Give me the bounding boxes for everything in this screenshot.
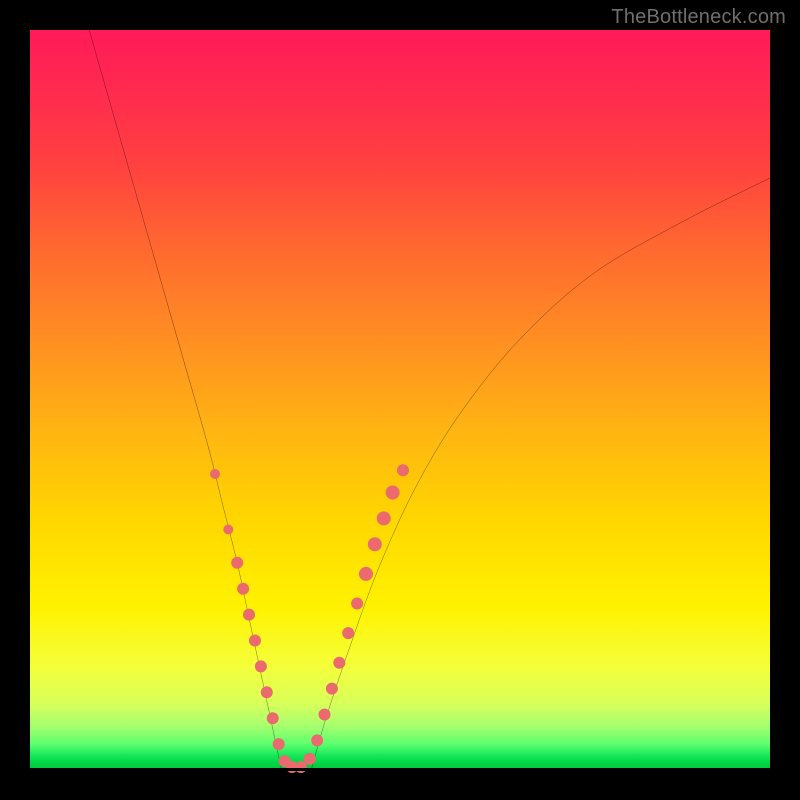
- data-point-marker: [386, 485, 400, 499]
- data-point-marker: [223, 524, 233, 534]
- data-point-marker: [304, 753, 316, 765]
- data-point-marker: [397, 464, 409, 476]
- data-point-marker: [249, 634, 261, 646]
- data-point-marker: [319, 708, 331, 720]
- data-point-marker: [237, 583, 249, 595]
- data-point-marker: [267, 712, 279, 724]
- data-point-marker: [359, 567, 373, 581]
- chart-svg: [30, 30, 770, 770]
- data-point-marker: [273, 738, 285, 750]
- data-point-marker: [286, 761, 298, 773]
- data-point-marker: [210, 469, 220, 479]
- chart-stage: TheBottleneck.com: [0, 0, 800, 800]
- data-point-marker: [351, 597, 363, 609]
- data-point-marker: [311, 734, 323, 746]
- watermark-text: TheBottleneck.com: [611, 6, 786, 29]
- data-point-marker: [243, 609, 255, 621]
- data-point-marker: [377, 511, 391, 525]
- data-point-marker: [342, 627, 354, 639]
- data-point-marker: [295, 761, 307, 773]
- data-point-marker: [368, 537, 382, 551]
- data-point-marker: [255, 660, 267, 672]
- data-point-marker: [261, 686, 273, 698]
- data-point-marker: [326, 683, 338, 695]
- curve-group: [89, 30, 770, 774]
- marker-group: [210, 464, 409, 773]
- bottleneck-curve: [89, 30, 770, 774]
- data-point-marker: [333, 657, 345, 669]
- data-point-marker: [231, 557, 243, 569]
- plot-area: [30, 30, 770, 770]
